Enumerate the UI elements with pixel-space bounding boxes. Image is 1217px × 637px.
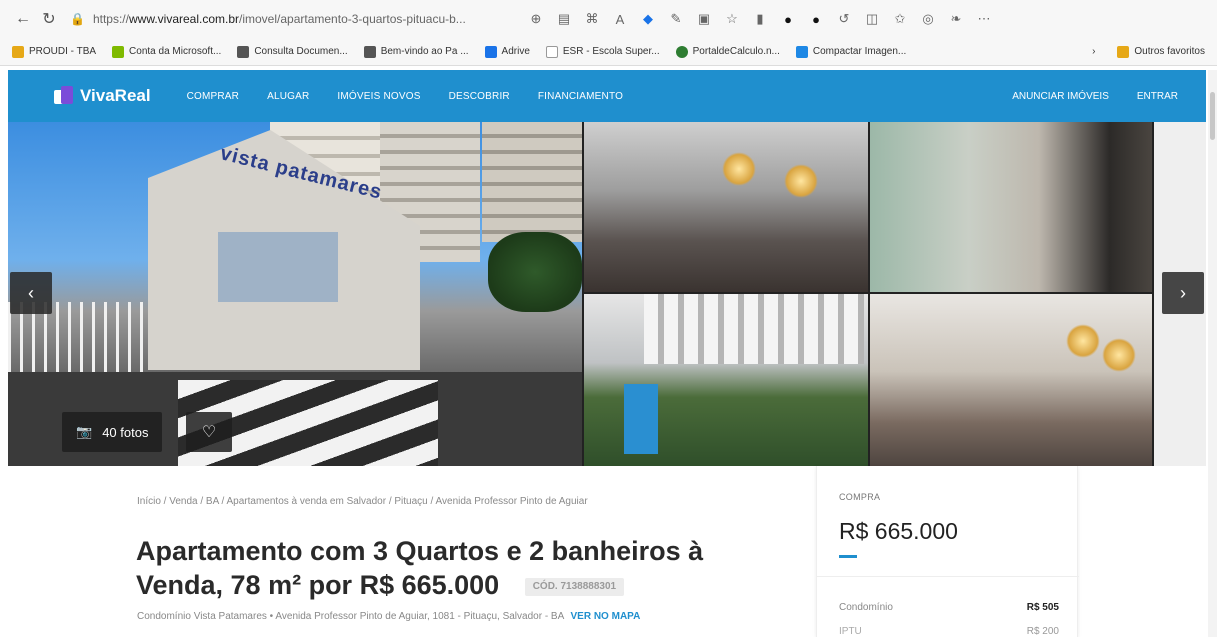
nav-comprar[interactable]: COMPRAR [187, 91, 240, 102]
photo-living-room[interactable] [870, 122, 1152, 292]
divider [817, 576, 1079, 577]
profile-icon-2[interactable]: ● [802, 6, 830, 32]
listing-code-badge: CÓD. 7138888301 [524, 577, 625, 596]
grid-icon[interactable]: ⌘ [578, 6, 606, 32]
chandelier [784, 164, 818, 198]
listing-content: Início / Venda / BA / Apartamentos à ven… [8, 466, 1206, 637]
toolbar-icons: ⊕ ▤ ⌘ A ◆ ✎ ▣ ☆ ▮ ● ● ↺ ◫ ✩ ◎ ❧ ⋯ [522, 6, 998, 32]
bookmark-item[interactable]: PROUDI - TBA [12, 45, 96, 58]
tree-shape [488, 232, 582, 312]
gate-glass [218, 232, 338, 302]
photo-living-dining[interactable] [584, 122, 868, 292]
folder-icon [1117, 45, 1130, 58]
bookmark-item[interactable]: PortaldeCalculo.n... [675, 45, 780, 58]
photo-dining-room[interactable] [870, 294, 1152, 466]
page-icon [545, 45, 558, 58]
listing-title: Apartamento com 3 Quartos e 2 banheiros … [136, 534, 786, 602]
address-bar[interactable]: 🔒 https:// www.vivareal.com.br /imovel/a… [70, 6, 510, 32]
bookmark-item[interactable]: Consulta Documen... [237, 45, 348, 58]
url-path: /imovel/apartamento-3-quartos-pituacu-b.… [239, 12, 466, 26]
reader-icon[interactable]: ▤ [550, 6, 578, 32]
nav-financiamento[interactable]: FINANCIAMENTO [538, 91, 623, 102]
star-icon[interactable]: ☆ [718, 6, 746, 32]
leaf-icon[interactable]: ❧ [942, 6, 970, 32]
profile-icon-1[interactable]: ● [774, 6, 802, 32]
scrollbar-thumb[interactable] [1210, 92, 1215, 140]
photo-pool-area[interactable] [584, 294, 868, 466]
zoom-icon[interactable]: ⊕ [522, 6, 550, 32]
bookmarks-bar: PROUDI - TBA Conta da Microsoft... Consu… [0, 38, 1217, 66]
refresh-extension-icon[interactable]: ↺ [830, 6, 858, 32]
calculator-icon [675, 45, 688, 58]
nav-imoveis-novos[interactable]: IMÓVEIS NOVOS [337, 91, 420, 102]
compress-icon [795, 45, 808, 58]
extension-icon[interactable]: ◆ [634, 6, 662, 32]
heart-icon: ♡ [201, 424, 217, 441]
logo-icon [54, 86, 74, 106]
address-text: Condomínio Vista Patamares • Avenida Pro… [137, 611, 564, 622]
back-icon[interactable]: ← [10, 6, 36, 32]
nav-descobrir[interactable]: DESCOBRIR [449, 91, 510, 102]
price-card: COMPRA R$ 665.000 Condomínio R$ 505 IPTU… [816, 466, 1079, 637]
building-shape [482, 122, 582, 242]
login-link[interactable]: ENTRAR [1137, 91, 1178, 102]
price-accent-bar [839, 555, 857, 558]
camera-icon: 📷 [76, 424, 93, 439]
chandelier [1066, 324, 1100, 358]
copilot-icon[interactable]: ◎ [914, 6, 942, 32]
fee-row-iptu: IPTU R$ 200 [839, 626, 1059, 637]
site-icon [237, 45, 250, 58]
bookmark-item[interactable]: ESR - Escola Super... [545, 45, 660, 58]
nav-alugar[interactable]: ALUGAR [267, 91, 309, 102]
folder-icon [12, 45, 24, 58]
bookmark-item[interactable]: Compactar Imagen... [795, 45, 906, 58]
page-scrollbar[interactable] [1208, 70, 1217, 637]
favorite-button[interactable]: ♡ [186, 412, 232, 452]
balcony-slats [644, 294, 864, 364]
vivareal-logo[interactable]: VivaReal [54, 86, 151, 106]
bookmark-item[interactable]: Conta da Microsoft... [112, 45, 221, 58]
adrive-icon [484, 45, 497, 58]
photos-count: 40 fotos [102, 424, 149, 440]
site-header: VivaReal COMPRAR ALUGAR IMÓVEIS NOVOS DE… [8, 70, 1206, 122]
favorites-icon[interactable]: ✩ [886, 6, 914, 32]
url-prefix: https:// [92, 12, 129, 26]
chandelier [722, 152, 756, 186]
split-screen-icon[interactable]: ▮ [746, 6, 774, 32]
reload-icon[interactable]: ↻ [36, 6, 62, 32]
pin-icon[interactable]: ✎ [662, 6, 690, 32]
price-label: COMPRA [839, 492, 881, 502]
listing-address: Condomínio Vista Patamares • Avenida Pro… [137, 611, 640, 622]
chandelier [1102, 338, 1136, 372]
tabs-icon[interactable]: ◫ [858, 6, 886, 32]
chevron-right-icon: › [1092, 46, 1096, 57]
gallery-next-button[interactable]: › [1162, 272, 1204, 314]
url-domain: www.vivareal.com.br [128, 12, 240, 26]
photos-count-button[interactable]: 📷 40 fotos [62, 412, 163, 452]
main-nav: COMPRAR ALUGAR IMÓVEIS NOVOS DESCOBRIR F… [187, 91, 651, 102]
other-favorites[interactable]: › Outros favoritos [1092, 45, 1205, 58]
site-icon [363, 45, 376, 58]
browser-toolbar: ← ↻ 🔒 https:// www.vivareal.com.br /imov… [0, 0, 1217, 38]
pool [624, 384, 658, 454]
fence [8, 302, 148, 382]
gallery-prev-button[interactable]: ‹ [10, 272, 52, 314]
read-aloud-icon[interactable]: A [606, 6, 634, 32]
lock-icon: 🔒 [70, 12, 85, 26]
header-actions: ANUNCIAR IMÓVEIS ENTRAR [1012, 91, 1206, 102]
bookmark-item[interactable]: Adrive [484, 45, 530, 58]
price-value: R$ 665.000 [839, 518, 958, 544]
microsoft-icon [112, 45, 125, 58]
more-menu-icon[interactable]: ⋯ [970, 6, 998, 32]
fee-row-condominio: Condomínio R$ 505 [839, 602, 1059, 613]
breadcrumb[interactable]: Início / Venda / BA / Apartamentos à ven… [137, 496, 588, 507]
collections-icon[interactable]: ▣ [690, 6, 718, 32]
advertise-link[interactable]: ANUNCIAR IMÓVEIS [1012, 91, 1109, 102]
view-map-link[interactable]: VER NO MAPA [571, 611, 641, 622]
bookmark-item[interactable]: Bem-vindo ao Pa ... [363, 45, 469, 58]
